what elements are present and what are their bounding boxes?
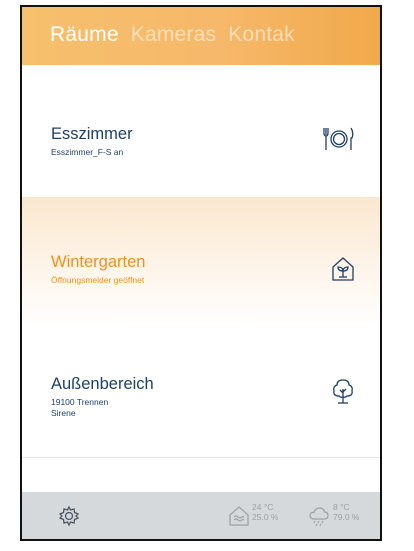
status-footer: 24 °C 25.0 % 8 °C 79.0 %: [22, 492, 380, 539]
top-tab-bar: Räume Kameras Kontak: [22, 7, 380, 65]
room-status: Esszimmer_F-S an: [51, 147, 124, 157]
room-status: 19100 Trennen: [51, 397, 109, 407]
room-name: Wintergarten: [51, 253, 146, 271]
app-frame: Räume Kameras Kontak Esszimmer Esszimmer…: [20, 5, 382, 541]
tab-kameras[interactable]: Kameras: [131, 23, 216, 47]
tab-raeume[interactable]: Räume: [50, 23, 119, 47]
tree-icon: [333, 379, 353, 404]
room-name: Esszimmer: [51, 125, 133, 143]
rain-cloud-icon: [309, 507, 329, 527]
room-status-2: Sirene: [51, 408, 76, 418]
dining-icon: [323, 127, 354, 150]
indoor-humidity: 25.0 %: [252, 512, 279, 522]
room-name: Außenbereich: [51, 375, 154, 393]
outdoor-temperature: 8 °C: [333, 502, 350, 512]
indoor-climate-icon: [229, 506, 249, 526]
greenhouse-icon: [332, 257, 354, 281]
room-card-esszimmer[interactable]: Esszimmer Esszimmer_F-S an: [22, 65, 380, 198]
room-card-aussenbereich[interactable]: Außenbereich 19100 Trennen Sirene: [22, 327, 380, 458]
gear-icon[interactable]: [58, 505, 80, 527]
room-status: Öffnungsmelder geöffnet: [51, 275, 145, 285]
room-card-wintergarten[interactable]: Wintergarten Öffnungsmelder geöffnet: [22, 197, 380, 328]
tab-kontakte[interactable]: Kontak: [228, 23, 295, 47]
indoor-temperature: 24 °C: [252, 502, 274, 512]
outdoor-humidity: 79.0 %: [333, 512, 360, 522]
